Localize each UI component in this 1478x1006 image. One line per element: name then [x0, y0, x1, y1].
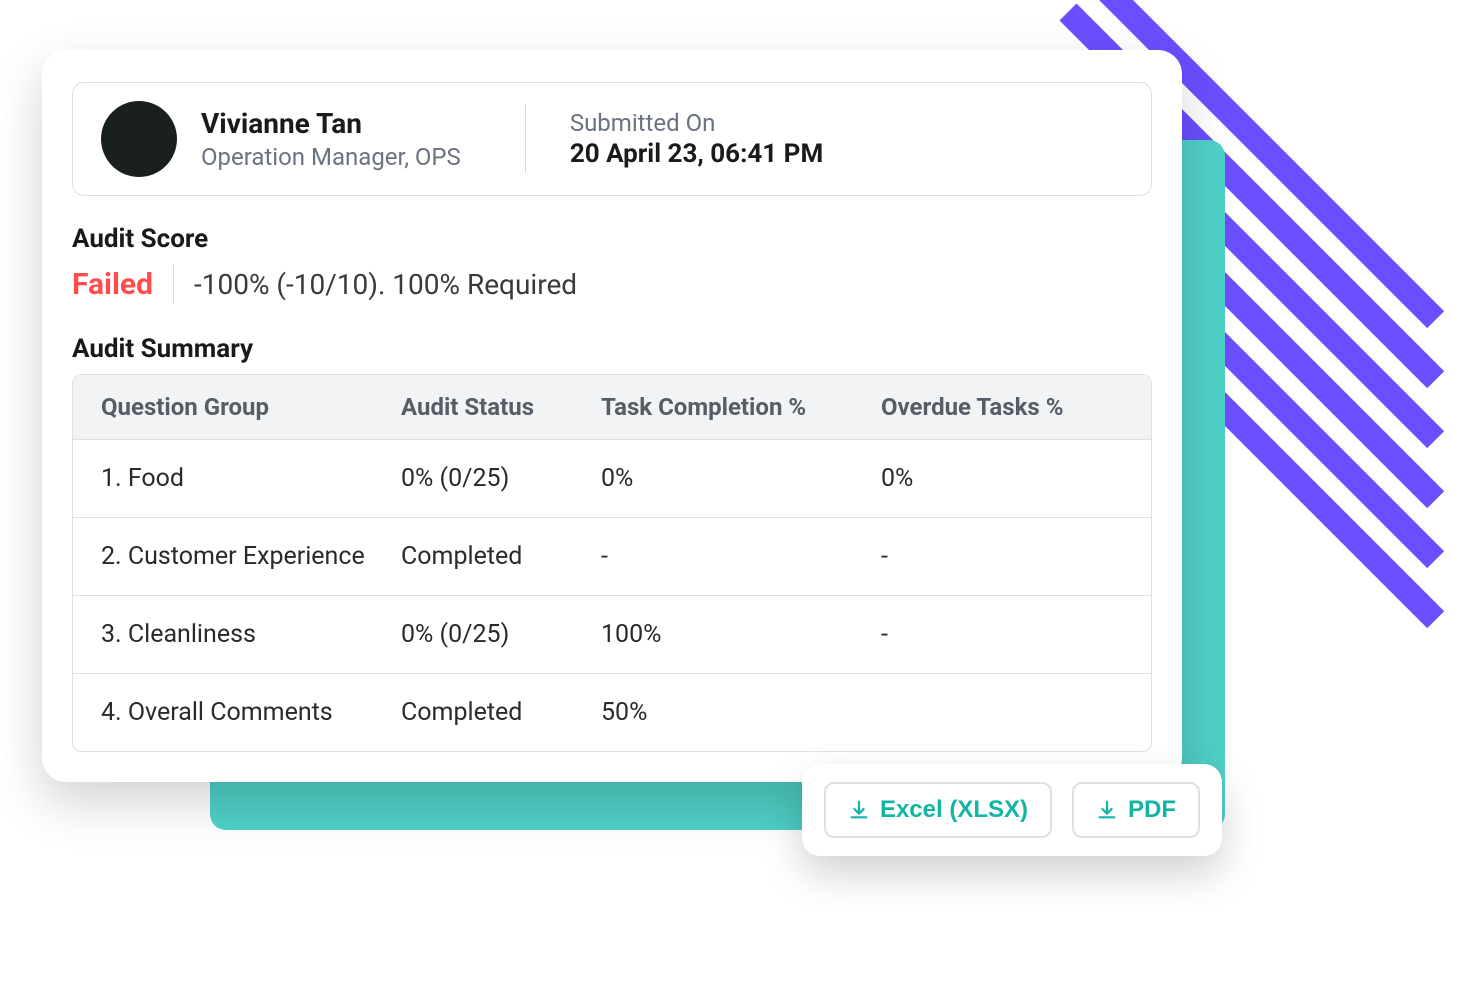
- audit-summary-table: Question Group Audit Status Task Complet…: [72, 374, 1152, 752]
- cell-completion: 100%: [601, 620, 881, 649]
- cell-overdue: -: [881, 542, 1123, 571]
- audit-score-detail: -100% (-10/10). 100% Required: [194, 268, 577, 301]
- divider: [173, 264, 174, 304]
- cell-overdue: 0%: [881, 464, 1123, 493]
- download-icon: [1096, 799, 1118, 821]
- cell-status: Completed: [401, 698, 601, 727]
- audit-score-title: Audit Score: [72, 224, 1152, 254]
- report-header: Vivianne Tan Operation Manager, OPS Subm…: [72, 82, 1152, 196]
- cell-status: 0% (0/25): [401, 464, 601, 493]
- col-header-overdue: Overdue Tasks %: [881, 393, 1123, 421]
- table-row: 1. Food 0% (0/25) 0% 0%: [73, 439, 1151, 517]
- cell-status: Completed: [401, 542, 601, 571]
- audit-score-row: Failed -100% (-10/10). 100% Required: [72, 264, 1152, 304]
- user-role: Operation Manager, OPS: [201, 143, 461, 171]
- col-header-status: Audit Status: [401, 393, 601, 421]
- col-header-group: Question Group: [101, 393, 401, 421]
- cell-group: 4. Overall Comments: [101, 698, 401, 727]
- cell-group: 3. Cleanliness: [101, 620, 401, 649]
- cell-group: 1. Food: [101, 464, 401, 493]
- cell-status: 0% (0/25): [401, 620, 601, 649]
- cell-group: 2. Customer Experience: [101, 542, 401, 571]
- export-pdf-label: PDF: [1128, 796, 1176, 824]
- export-excel-label: Excel (XLSX): [880, 796, 1028, 824]
- cell-completion: -: [601, 542, 881, 571]
- table-row: 2. Customer Experience Completed - -: [73, 517, 1151, 595]
- submitted-label: Submitted On: [570, 109, 823, 137]
- cell-overdue: [881, 698, 1123, 727]
- table-row: 4. Overall Comments Completed 50%: [73, 673, 1151, 751]
- table-header: Question Group Audit Status Task Complet…: [73, 375, 1151, 439]
- submitted-value: 20 April 23, 06:41 PM: [570, 139, 823, 169]
- table-row: 3. Cleanliness 0% (0/25) 100% -: [73, 595, 1151, 673]
- user-name: Vivianne Tan: [201, 107, 461, 141]
- cell-completion: 0%: [601, 464, 881, 493]
- export-excel-button[interactable]: Excel (XLSX): [824, 782, 1052, 838]
- export-pdf-button[interactable]: PDF: [1072, 782, 1200, 838]
- audit-score-status: Failed: [72, 267, 153, 302]
- col-header-completion: Task Completion %: [601, 393, 881, 421]
- user-block: Vivianne Tan Operation Manager, OPS: [201, 107, 501, 171]
- cell-completion: 50%: [601, 698, 881, 727]
- audit-report-card: Vivianne Tan Operation Manager, OPS Subm…: [42, 50, 1182, 782]
- avatar: [101, 101, 177, 177]
- export-panel: Excel (XLSX) PDF: [802, 764, 1222, 856]
- audit-summary-title: Audit Summary: [72, 334, 1152, 364]
- submitted-block: Submitted On 20 April 23, 06:41 PM: [550, 109, 823, 169]
- cell-overdue: -: [881, 620, 1123, 649]
- download-icon: [848, 799, 870, 821]
- divider: [525, 105, 526, 173]
